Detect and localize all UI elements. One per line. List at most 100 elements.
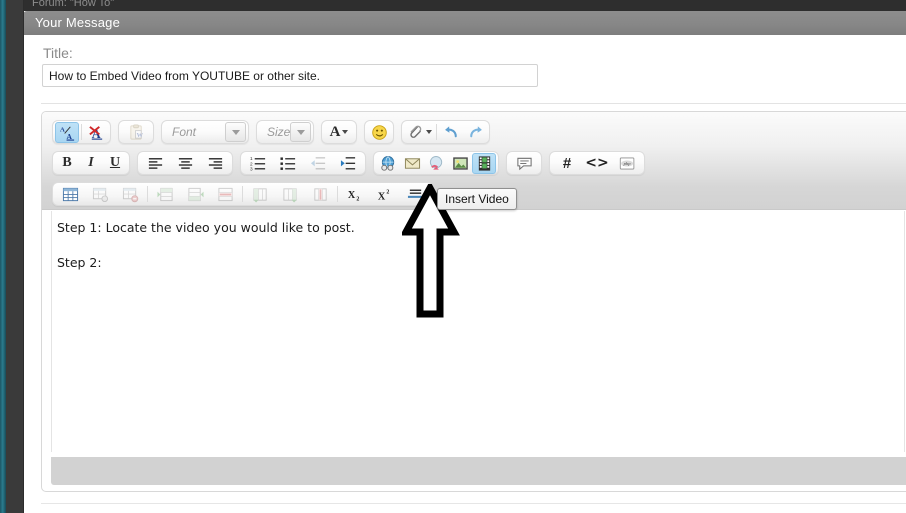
- insert-hash-button[interactable]: #: [552, 153, 582, 174]
- row-insert-after-icon: [187, 187, 204, 201]
- group-separator: [436, 124, 437, 140]
- size-combo[interactable]: Size: [256, 120, 314, 144]
- subscript-button[interactable]: X 2: [340, 184, 370, 205]
- paperclip-icon: [409, 125, 421, 138]
- attach-file-button[interactable]: [404, 122, 434, 143]
- svg-text:3: 3: [250, 166, 253, 171]
- group-separator: [337, 186, 338, 202]
- redo-button[interactable]: [463, 122, 487, 143]
- title-input[interactable]: [42, 64, 538, 87]
- size-combo-arrow[interactable]: [290, 122, 311, 142]
- align-group: [137, 151, 233, 175]
- quote-group: [506, 151, 542, 175]
- svg-text:X: X: [377, 191, 385, 202]
- code-group: # <> php: [549, 151, 645, 175]
- insert-video-button[interactable]: [472, 152, 496, 174]
- redo-arrow-icon: [469, 125, 482, 137]
- svg-text:A: A: [59, 126, 64, 133]
- insert-row-before-button[interactable]: [150, 184, 180, 205]
- outdent-button[interactable]: [303, 153, 333, 174]
- remove-format-icon: A: [88, 125, 102, 141]
- column-insert-before-icon: [252, 187, 267, 203]
- svg-text:X: X: [347, 189, 355, 200]
- align-right-button[interactable]: [200, 153, 230, 174]
- insert-quote-button[interactable]: [509, 153, 539, 174]
- toolbar-row-3: X 2 X 2: [52, 180, 440, 208]
- font-combo-arrow[interactable]: [225, 122, 246, 142]
- insert-email-button[interactable]: [400, 153, 424, 174]
- insert-video-tooltip: Insert Video: [437, 188, 517, 210]
- forum-breadcrumb-bar: Forum: "How To": [23, 0, 906, 11]
- svg-text:2: 2: [356, 196, 359, 202]
- body-line-blank: [52, 235, 904, 255]
- text-color-button[interactable]: A: [324, 122, 354, 143]
- group-separator: [81, 124, 82, 140]
- undo-button[interactable]: [439, 122, 463, 143]
- remove-format-button[interactable]: A: [84, 122, 108, 143]
- underline-icon: U: [109, 155, 121, 170]
- toggle-source-button[interactable]: A A: [55, 121, 79, 143]
- insert-image-button[interactable]: [448, 153, 472, 174]
- ordered-list-button[interactable]: 1 2 3: [243, 153, 273, 174]
- superscript-icon: X 2: [377, 189, 389, 202]
- unordered-list-button[interactable]: [273, 153, 303, 174]
- underline-button[interactable]: U: [103, 153, 127, 174]
- align-center-button[interactable]: [170, 153, 200, 174]
- title-section-divider: [41, 103, 906, 104]
- insert-emoticon-button[interactable]: [367, 122, 391, 143]
- insert-row-after-button[interactable]: [180, 184, 210, 205]
- bold-button[interactable]: B: [55, 153, 79, 174]
- svg-text:1: 1: [250, 156, 253, 162]
- insert-column-before-button[interactable]: [245, 184, 275, 205]
- hash-icon: #: [562, 154, 572, 172]
- insert-code-button[interactable]: <>: [582, 153, 612, 174]
- font-combo-label: Font: [172, 125, 197, 139]
- delete-column-button[interactable]: [305, 184, 335, 205]
- breadcrumb[interactable]: Forum: "How To": [32, 0, 114, 10]
- insert-php-button[interactable]: php: [612, 153, 642, 174]
- A-over-A-icon: A A: [59, 126, 74, 141]
- rich-text-editor: A A A W Font Size A B I U 1 2 3 # <> php…: [41, 111, 906, 492]
- superscript-button[interactable]: X 2: [370, 184, 400, 205]
- font-color-icon: A: [329, 123, 341, 140]
- form-bottom-divider: [41, 503, 906, 504]
- subscript-icon: X 2: [347, 189, 359, 202]
- editor-status-bar: [51, 457, 906, 485]
- smiley-icon: [371, 124, 387, 140]
- paste-group: W: [118, 120, 154, 144]
- italic-button[interactable]: I: [79, 153, 103, 174]
- chevron-down-icon: [296, 129, 305, 135]
- undo-arrow-icon: [444, 125, 457, 137]
- left-dark-rail: [6, 0, 24, 513]
- insert-column-after-button[interactable]: [275, 184, 305, 205]
- emoticon-group: [364, 120, 394, 144]
- bold-icon: B: [62, 155, 72, 170]
- indent-icon: [340, 156, 355, 169]
- horizontal-rule-button[interactable]: [400, 184, 430, 205]
- title-field-label: Title:: [43, 45, 73, 61]
- row-delete-icon: [217, 187, 233, 201]
- font-combo[interactable]: Font: [161, 120, 249, 144]
- insert-link-button[interactable]: [376, 153, 400, 174]
- delete-row-button[interactable]: [210, 184, 240, 205]
- paste-from-word-button[interactable]: W: [121, 122, 151, 143]
- broken-link-icon: [429, 155, 442, 170]
- attach-undo-group: [401, 120, 490, 144]
- table-icon: [62, 187, 78, 201]
- remove-link-button[interactable]: [424, 153, 448, 174]
- size-combo-label: Size: [267, 125, 291, 139]
- group-separator: [147, 186, 148, 202]
- delete-table-button[interactable]: [115, 184, 145, 205]
- outdent-icon: [310, 156, 325, 169]
- table-properties-button[interactable]: [85, 184, 115, 205]
- insert-table-button[interactable]: [55, 184, 85, 205]
- align-left-button[interactable]: [140, 153, 170, 174]
- left-accent-strip: [0, 0, 6, 513]
- table-properties-icon: [92, 187, 108, 202]
- toolbar-row-1: A A A W Font Size A: [52, 118, 497, 146]
- list-group: 1 2 3: [240, 151, 366, 175]
- message-body-editable[interactable]: Step 1: Locate the video you would like …: [51, 211, 905, 452]
- indent-button[interactable]: [333, 153, 363, 174]
- chevron-down-icon: [425, 130, 432, 134]
- align-right-icon: [208, 157, 222, 169]
